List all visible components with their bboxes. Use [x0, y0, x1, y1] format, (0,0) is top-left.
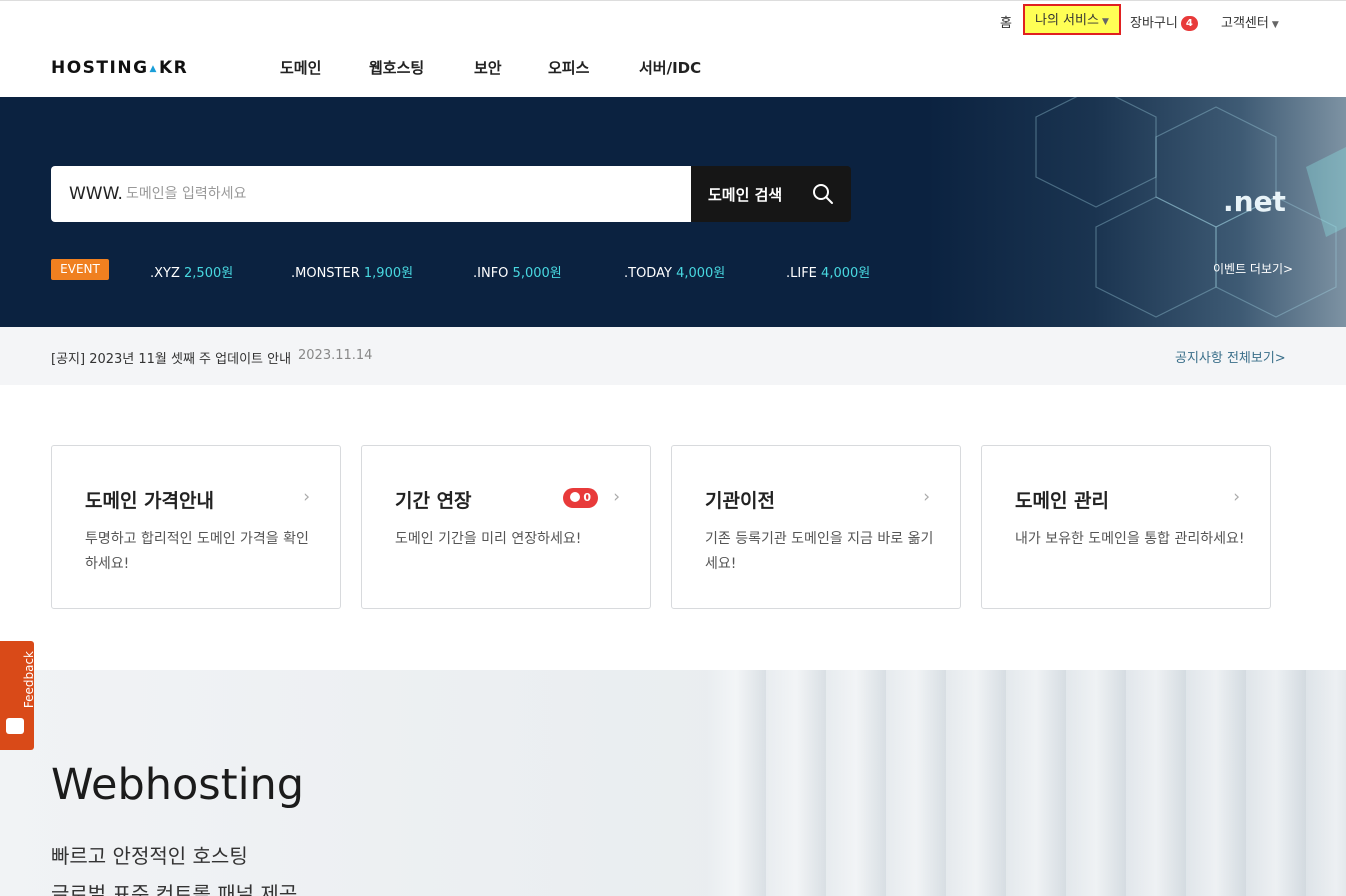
cart-count-badge: 4 [1180, 16, 1198, 31]
card-description: 도메인 기간을 미리 연장하세요! [395, 531, 582, 547]
logo-text-right: KR [158, 58, 189, 78]
promo-price: 4,000원 [676, 266, 726, 281]
domain-search-label: 도메인 검색 [708, 186, 783, 204]
webhosting-title: Webhosting [51, 760, 305, 810]
card-domain-manage[interactable]: 도메인 관리 › 내가 보유한 도메인을 통합 관리하세요! [981, 445, 1271, 609]
webhosting-subtitle-2: 글로벌 표준 컨트롤 패널 제공 [51, 882, 298, 896]
nav-domain[interactable]: 도메인 [280, 57, 321, 78]
promo-tld: .TODAY [624, 266, 672, 281]
notice-more-link[interactable]: 공지사항 전체보기> [1175, 347, 1286, 366]
promo-today[interactable]: .TODAY 4,000원 [624, 262, 725, 281]
notice-bar: [공지] 2023년 11월 셋째 주 업데이트 안내 2023.11.14 공… [0, 327, 1346, 385]
support-menu[interactable]: 고객센터 ▼ [1221, 12, 1279, 31]
utility-bar: 홈 나의 서비스 ▼ 장바구니 4 고객센터 ▼ [0, 0, 1346, 38]
www-prefix: WWW. [69, 184, 123, 204]
nav-server-idc[interactable]: 서버/IDC [639, 57, 701, 78]
promo-tld: .XYZ [150, 266, 180, 281]
promo-price: 5,000원 [512, 266, 562, 281]
chevron-right-icon: › [923, 487, 930, 507]
promo-monster[interactable]: .MONSTER 1,900원 [291, 262, 413, 281]
caret-down-icon: ▼ [1101, 17, 1109, 27]
card-renewal[interactable]: 기간 연장 0 › 도메인 기간을 미리 연장하세요! [361, 445, 651, 609]
webhosting-section: Webhosting 빠르고 안정적인 호스팅 글로벌 표준 컨트롤 패널 제공 [0, 670, 1346, 896]
card-description: 투명하고 합리적인 도메인 가격을 확인하세요! [85, 531, 309, 572]
cart-label: 장바구니 [1130, 16, 1178, 31]
event-badge: EVENT [51, 259, 109, 280]
card-title: 도메인 관리 [1015, 490, 1110, 512]
card-transfer[interactable]: 기관이전 › 기존 등록기관 도메인을 지금 바로 옮기세요! [671, 445, 961, 609]
promo-price: 4,000원 [821, 266, 871, 281]
card-title: 기간 연장 [395, 490, 472, 512]
domain-search-input[interactable] [126, 178, 666, 210]
home-link[interactable]: 홈 [1000, 12, 1012, 31]
chevron-right-icon: › [613, 487, 620, 507]
promo-xyz[interactable]: .XYZ 2,500원 [150, 262, 233, 281]
clock-icon [570, 492, 581, 502]
promo-tld: .MONSTER [291, 266, 360, 281]
card-description: 기존 등록기관 도메인을 지금 바로 옮기세요! [705, 531, 934, 572]
feedback-tab[interactable]: Feedback [0, 641, 36, 750]
promo-tld: .INFO [473, 266, 509, 281]
card-title: 기관이전 [705, 490, 775, 512]
notice-date: 2023.11.14 [298, 348, 373, 363]
cart-link[interactable]: 장바구니 4 [1130, 12, 1198, 31]
logo-text-left: HOSTING [51, 58, 149, 78]
logo-triangle-icon: ▲ [149, 64, 158, 74]
feedback-icon [6, 718, 24, 734]
my-service-menu[interactable]: 나의 서비스 ▼ [1023, 4, 1121, 35]
promo-life[interactable]: .LIFE 4,000원 [786, 262, 870, 281]
card-title: 도메인 가격안내 [85, 490, 214, 512]
promo-tld: .LIFE [786, 266, 817, 281]
hero-banner: WWW. 도메인 검색 EVENT .XYZ 2,500원 .MONSTER 1… [0, 97, 1346, 327]
webhosting-subtitle-1: 빠르고 안정적인 호스팅 [51, 844, 248, 868]
promo-price: 2,500원 [184, 266, 234, 281]
banner-tld: .net [1223, 185, 1286, 218]
search-icon [813, 184, 833, 204]
domain-search-box: WWW. [51, 166, 691, 222]
caret-down-icon: ▼ [1271, 20, 1279, 30]
feedback-label: Feedback [22, 651, 36, 709]
notice-title[interactable]: [공지] 2023년 11월 셋째 주 업데이트 안내 [51, 348, 291, 367]
logo[interactable]: HOSTING▲KR [51, 58, 188, 78]
webhosting-background-art [706, 670, 1346, 896]
card-domain-price[interactable]: 도메인 가격안내 › 투명하고 합리적인 도메인 가격을 확인하세요! [51, 445, 341, 609]
promo-price: 1,900원 [363, 266, 414, 281]
nav-webhosting[interactable]: 웹호스팅 [369, 57, 424, 78]
event-more-link[interactable]: 이벤트 더보기> [1213, 260, 1293, 277]
nav-office[interactable]: 오피스 [548, 57, 589, 78]
card-description: 내가 보유한 도메인을 통합 관리하세요! [1015, 531, 1245, 547]
chevron-right-icon: › [303, 487, 310, 507]
renewal-count-badge: 0 [563, 488, 598, 508]
renewal-count: 0 [583, 491, 591, 504]
domain-search-button[interactable]: 도메인 검색 [691, 166, 851, 222]
nav-security[interactable]: 보안 [474, 57, 502, 78]
support-label: 고객센터 [1221, 16, 1269, 31]
promo-info[interactable]: .INFO 5,000원 [473, 262, 562, 281]
chevron-right-icon: › [1233, 487, 1240, 507]
my-service-label: 나의 서비스 [1035, 13, 1099, 28]
